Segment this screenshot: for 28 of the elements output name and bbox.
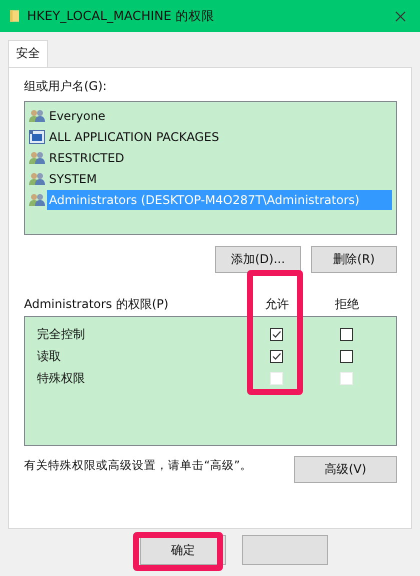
checkbox[interactable] <box>340 350 352 362</box>
users-icon <box>29 192 45 206</box>
checkbox[interactable] <box>270 350 282 362</box>
column-header: 拒绝 <box>334 296 360 312</box>
list-item[interactable]: SYSTEM <box>47 170 99 186</box>
column-header: 允许 <box>264 296 290 312</box>
checkbox[interactable] <box>270 328 282 340</box>
checkbox[interactable] <box>340 328 352 340</box>
folder-icon <box>10 8 19 24</box>
list-item[interactable]: Everyone <box>47 108 108 124</box>
dialog-button[interactable]: 添加(D)... <box>215 246 301 273</box>
users-icon <box>29 172 45 186</box>
group-list-label: 组或用户名(G): <box>24 78 108 95</box>
permission-name: 特殊权限 <box>37 370 86 386</box>
dialog-button[interactable]: 删除(R) <box>311 246 397 273</box>
users-icon <box>29 150 45 164</box>
advanced-button[interactable]: 高级(V) <box>294 456 397 483</box>
permissions-label: Administrators 的权限(P) <box>24 296 170 312</box>
list-item[interactable]: RESTRICTED <box>47 150 126 166</box>
permission-name: 完全控制 <box>37 326 86 342</box>
hint-text: 有关特殊权限或高级设置，请单击“高级”。 <box>24 458 252 473</box>
package-icon <box>29 130 45 144</box>
window-title: HKEY_LOCAL_MACHINE 的权限 <box>27 8 216 24</box>
list-item[interactable]: ALL APPLICATION PACKAGES <box>47 128 222 144</box>
users-icon <box>29 108 45 122</box>
close-icon[interactable] <box>395 10 406 22</box>
permission-name: 读取 <box>37 348 62 364</box>
tab[interactable]: 安全 <box>8 40 48 67</box>
